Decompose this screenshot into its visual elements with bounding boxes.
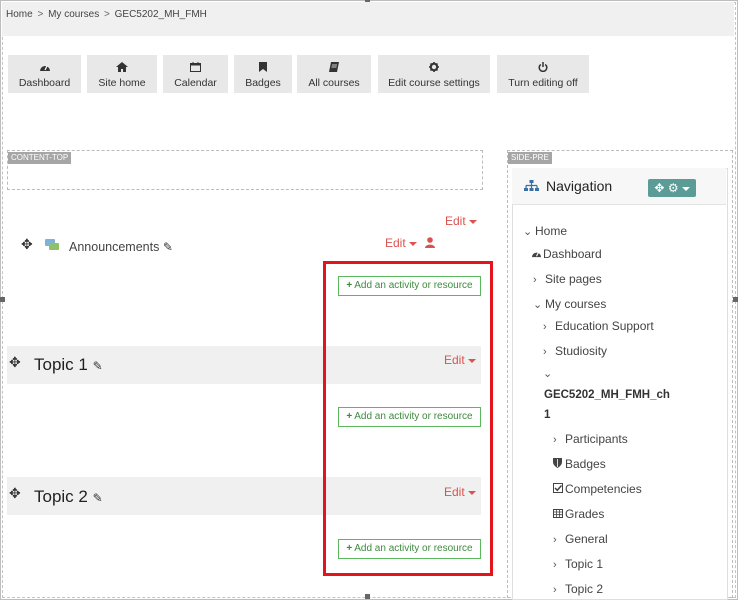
nav-course-name-line1[interactable]: GEC5202_MH_FMH_ch [544, 389, 670, 401]
gear-icon[interactable]: ⚙ [668, 181, 679, 195]
chevron-down-icon[interactable]: ⌄ [523, 225, 535, 238]
navigation-actions-menu[interactable]: ✥ ⚙ [648, 179, 696, 197]
nav-grades[interactable]: Grades [553, 507, 604, 521]
bookmark-icon [234, 62, 292, 74]
pencil-icon[interactable]: ✎ [93, 359, 103, 373]
navigation-title: Navigation [546, 178, 613, 194]
nav-my-courses[interactable]: ⌄ My courses [533, 297, 606, 311]
move-icon[interactable]: ✥ [654, 181, 664, 195]
pencil-icon[interactable]: ✎ [93, 491, 103, 505]
calendar-button[interactable]: Calendar [163, 55, 228, 93]
site-home-button[interactable]: Site home [87, 55, 157, 93]
nav-studiosity[interactable]: › Studiosity [543, 344, 607, 358]
breadcrumb-course[interactable]: GEC5202_MH_FMH [115, 9, 207, 20]
move-icon[interactable]: ✥ [9, 485, 21, 502]
chevron-right-icon[interactable]: › [543, 346, 555, 358]
announcements-label[interactable]: Announcements [69, 240, 159, 254]
sitemap-icon [524, 180, 539, 191]
dashboard-button[interactable]: Dashboard [8, 55, 81, 93]
topic-2-title[interactable]: Topic 2 ✎ [34, 487, 103, 507]
side-pre-label: SIDE-PRE [508, 152, 552, 164]
nav-badges[interactable]: Badges [553, 457, 606, 471]
chevron-right-icon[interactable]: › [553, 559, 565, 571]
all-courses-button[interactable]: All courses [297, 55, 371, 93]
content-top-label: CONTENT-TOP [8, 152, 72, 164]
highlight-annotation [323, 261, 493, 576]
resize-handle-bottom[interactable] [365, 594, 370, 599]
chevron-down-icon[interactable]: ⌄ [543, 367, 555, 380]
nav-topic-2[interactable]: › Topic 2 [553, 582, 603, 596]
turn-editing-off-button[interactable]: Turn editing off [497, 55, 589, 93]
dashboard-label: Dashboard [18, 77, 71, 89]
dashboard-icon [531, 249, 543, 261]
breadcrumb-home[interactable]: Home [6, 9, 33, 20]
home-icon [87, 62, 157, 74]
turn-editing-off-label: Turn editing off [508, 77, 578, 89]
section-0-edit-menu[interactable]: Edit [445, 214, 477, 228]
nav-dashboard[interactable]: Dashboard [531, 247, 602, 261]
nav-general[interactable]: › General [553, 532, 608, 546]
pencil-icon[interactable]: ✎ [163, 240, 173, 254]
chevron-down-icon[interactable]: ⌄ [533, 298, 545, 311]
resize-handle-left[interactable] [0, 297, 5, 302]
chevron-right-icon[interactable]: › [543, 321, 555, 333]
nav-competencies[interactable]: Competencies [553, 482, 642, 496]
announcements-edit-menu[interactable]: Edit [385, 236, 417, 250]
calendar-label: Calendar [174, 77, 217, 89]
announcements-activity[interactable]: Announcements ✎ [69, 240, 173, 254]
nav-course-name-line2[interactable]: 1 [544, 409, 550, 421]
breadcrumb-separator: > [104, 9, 110, 20]
chevron-right-icon[interactable]: › [533, 274, 545, 286]
nav-topic-1[interactable]: › Topic 1 [553, 557, 603, 571]
dashboard-icon [8, 62, 81, 74]
edit-course-settings-label: Edit course settings [388, 77, 480, 89]
content-top-region [7, 150, 483, 190]
nav-participants[interactable]: › Participants [553, 432, 628, 446]
breadcrumb: Home > My courses > GEC5202_MH_FMH [6, 9, 207, 20]
breadcrumb-my-courses[interactable]: My courses [48, 9, 99, 20]
badges-button[interactable]: Badges [234, 55, 292, 93]
table-icon [553, 509, 565, 521]
edit-course-settings-button[interactable]: Edit course settings [378, 55, 490, 93]
badges-label: Badges [245, 77, 281, 89]
all-courses-label: All courses [308, 77, 360, 89]
gear-icon [378, 62, 490, 74]
chevron-right-icon[interactable]: › [553, 534, 565, 546]
user-icon[interactable] [425, 237, 435, 248]
forum-icon [45, 239, 59, 250]
move-icon[interactable]: ✥ [9, 354, 21, 371]
topic-1-title[interactable]: Topic 1 ✎ [34, 355, 103, 375]
nav-home[interactable]: ⌄ Home [523, 224, 567, 238]
resize-handle-right[interactable] [733, 297, 738, 302]
check-square-icon [553, 483, 565, 496]
nav-education-support[interactable]: › Education Support [543, 319, 654, 333]
calendar-icon [163, 62, 228, 74]
book-icon [297, 62, 371, 74]
power-icon [497, 62, 589, 74]
nav-course-toggle[interactable]: ⌄ [543, 366, 555, 380]
shield-icon [553, 458, 565, 471]
nav-site-pages[interactable]: › Site pages [533, 272, 602, 286]
site-home-label: Site home [98, 77, 146, 89]
chevron-right-icon[interactable]: › [553, 434, 565, 446]
breadcrumb-separator: > [37, 9, 44, 20]
move-icon[interactable]: ✥ [21, 236, 33, 253]
chevron-right-icon[interactable]: › [553, 584, 565, 596]
